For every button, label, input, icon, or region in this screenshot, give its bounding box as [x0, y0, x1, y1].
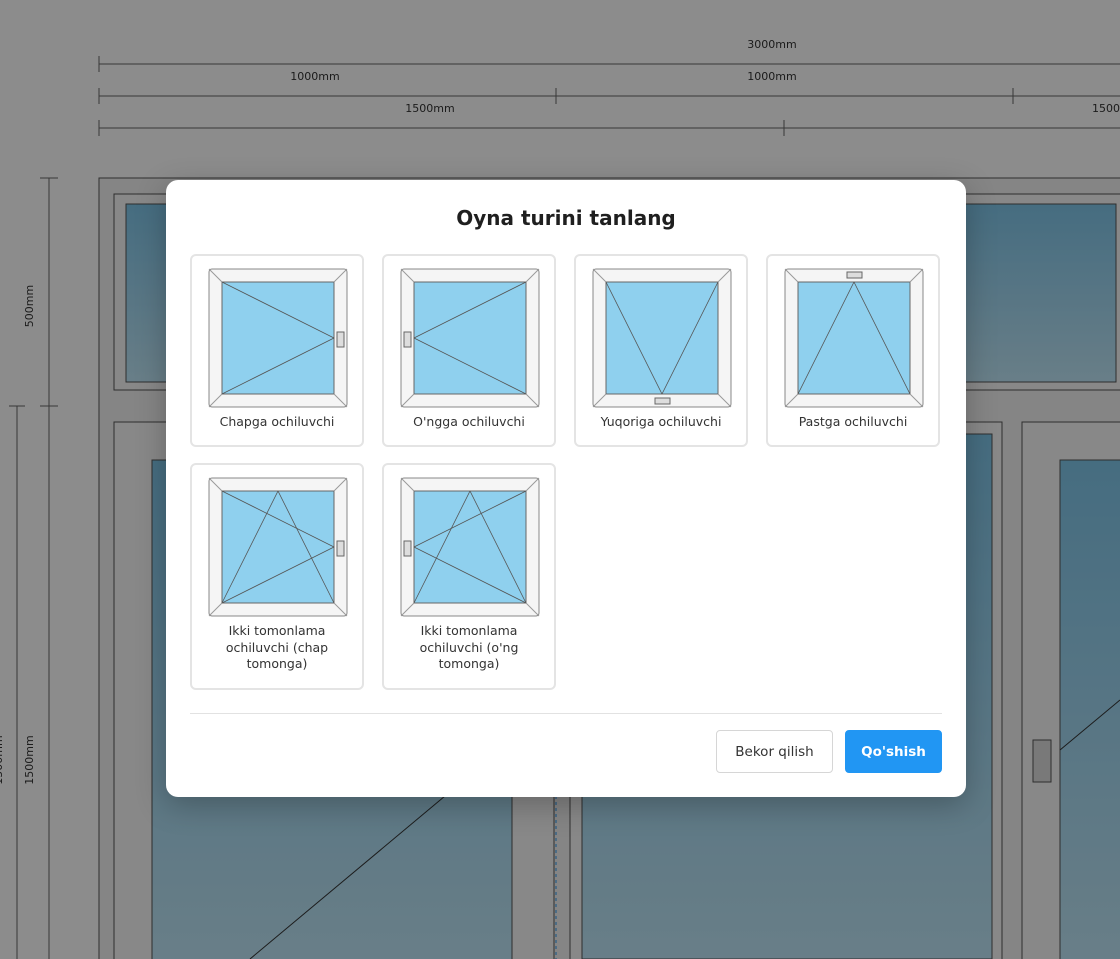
- left-opening-window-icon: [208, 268, 348, 408]
- option-tilt-left[interactable]: Ikki tomonlama ochiluvchi (chap tomonga): [190, 463, 364, 690]
- top-opening-window-icon: [592, 268, 732, 408]
- option-left-opening[interactable]: Chapga ochiluvchi: [190, 254, 364, 447]
- option-label: O'ngga ochiluvchi: [413, 414, 525, 429]
- tilt-right-window-icon: [400, 477, 540, 617]
- right-opening-window-icon: [400, 268, 540, 408]
- dialog-title: Oyna turini tanlang: [456, 206, 676, 230]
- window-type-dialog: Oyna turini tanlang Chapga ochiluvchi O'…: [166, 180, 966, 797]
- dialog-divider: [190, 713, 942, 714]
- option-label: Pastga ochiluvchi: [798, 414, 908, 429]
- cancel-button[interactable]: Bekor qilish: [716, 730, 833, 773]
- option-label: Chapga ochiluvchi: [219, 414, 335, 429]
- option-right-opening[interactable]: O'ngga ochiluvchi: [382, 254, 556, 447]
- option-label: Ikki tomonlama ochiluvchi (o'ng tomonga): [419, 623, 519, 671]
- add-button[interactable]: Qo'shish: [845, 730, 942, 773]
- option-tilt-right[interactable]: Ikki tomonlama ochiluvchi (o'ng tomonga): [382, 463, 556, 690]
- option-label: Ikki tomonlama ochiluvchi (chap tomonga): [225, 623, 329, 671]
- bottom-opening-window-icon: [784, 268, 924, 408]
- tilt-left-window-icon: [208, 477, 348, 617]
- option-label: Yuqoriga ochiluvchi: [600, 414, 722, 429]
- option-top-opening[interactable]: Yuqoriga ochiluvchi: [574, 254, 748, 447]
- option-bottom-opening[interactable]: Pastga ochiluvchi: [766, 254, 940, 447]
